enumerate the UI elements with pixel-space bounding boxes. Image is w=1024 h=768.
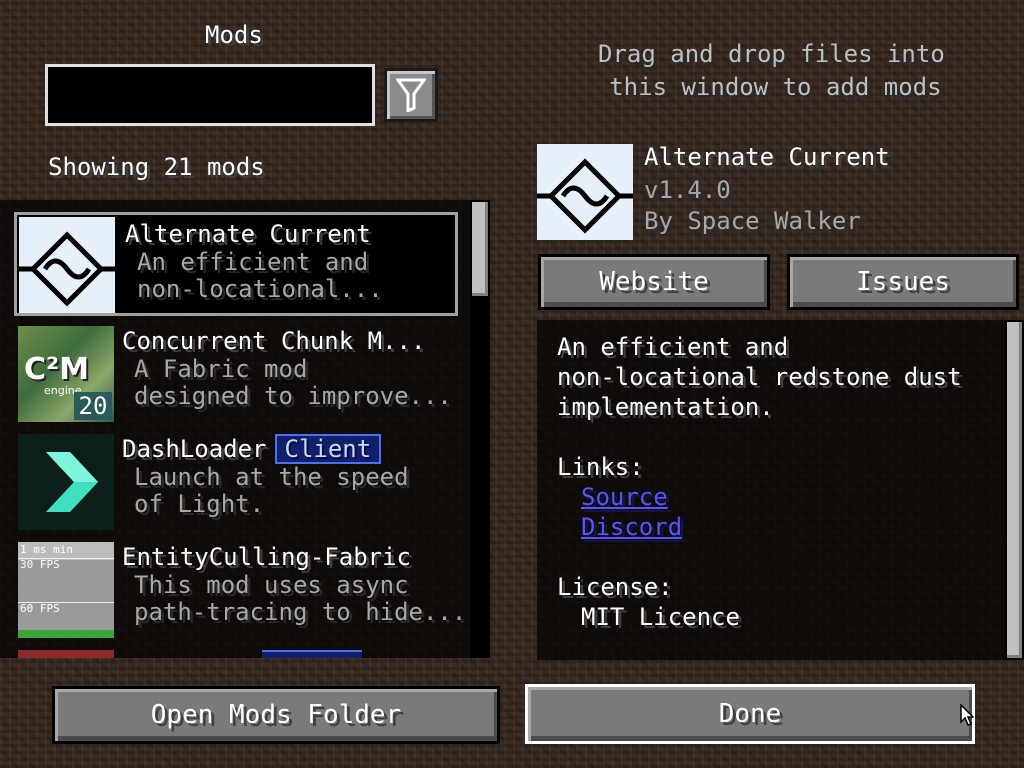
mod-description: An efficient and non-locational... <box>137 248 383 303</box>
dashloader-icon <box>18 434 114 530</box>
discord-link[interactable]: Discord <box>581 512 682 542</box>
mod-description: Launch at the speed of Light. <box>134 463 409 518</box>
mod-name: Alternate Current <box>125 220 371 248</box>
search-input[interactable] <box>48 67 372 123</box>
mod-description: A Fabric mod designed to improve... <box>134 355 452 410</box>
detail-description-line: An efficient and <box>557 333 789 361</box>
alternate-current-icon <box>537 144 633 240</box>
search-field[interactable] <box>45 64 375 126</box>
description-panel: An efficient and non-locational redstone… <box>537 320 1005 660</box>
mod-list[interactable]: Alternate Current An efficient and non-l… <box>0 200 490 658</box>
detail-mod-name: Alternate Current <box>644 143 890 171</box>
mod-entry-entityculling[interactable]: 1 ms min 30 FPS 60 FPS EntityCulling-Fab… <box>14 538 466 642</box>
links-label: Links: <box>557 453 644 481</box>
mod-name: Concurrent Chunk M... <box>122 327 426 355</box>
description-scrollbar-thumb[interactable] <box>1007 322 1022 658</box>
mod-description: This mod uses async path-tracing to hide… <box>134 571 467 626</box>
detail-description-line: non-locational redstone dust <box>557 363 962 391</box>
done-button[interactable]: Done <box>525 684 975 744</box>
mod-count-text: Showing 21 mods <box>48 153 265 181</box>
website-button[interactable]: Website <box>538 254 770 310</box>
detail-mod-version: v1.4.0 <box>644 176 731 204</box>
drop-hint: Drag and drop files into this window to … <box>598 40 945 101</box>
mod-entry-dashloader[interactable]: DashLoader Client Launch at the speed of … <box>14 430 458 534</box>
alternate-current-icon <box>19 217 115 313</box>
mod-name: DashLoader Client <box>122 434 382 464</box>
client-badge-partial <box>262 650 362 658</box>
mod-entry-alternate-current[interactable]: Alternate Current An efficient and non-l… <box>14 212 458 316</box>
page-title: Mods <box>205 21 263 49</box>
filter-button[interactable] <box>384 68 438 122</box>
license-value: MIT Licence <box>581 603 740 631</box>
issues-button[interactable]: Issues <box>787 254 1019 310</box>
mod-entry-concurrent-chunk[interactable]: C²M engine 20 Concurrent Chunk M... A Fa… <box>14 322 458 426</box>
open-mods-folder-button[interactable]: Open Mods Folder <box>52 686 500 744</box>
c2me-icon: C²M engine 20 <box>18 326 114 422</box>
entityculling-icon: 1 ms min 30 FPS 60 FPS <box>18 542 114 638</box>
license-label: License: <box>557 573 673 601</box>
mouse-cursor-icon <box>960 704 974 726</box>
mod-icon-partial <box>18 650 114 658</box>
filter-funnel-icon <box>396 78 426 112</box>
mod-name: EntityCulling-Fabric <box>122 543 411 571</box>
source-link[interactable]: Source <box>581 482 668 512</box>
list-scrollbar-thumb[interactable] <box>472 202 488 296</box>
detail-mod-author: By Space Walker <box>644 207 861 235</box>
client-badge: Client <box>274 434 382 464</box>
detail-description-line: implementation. <box>557 393 774 421</box>
